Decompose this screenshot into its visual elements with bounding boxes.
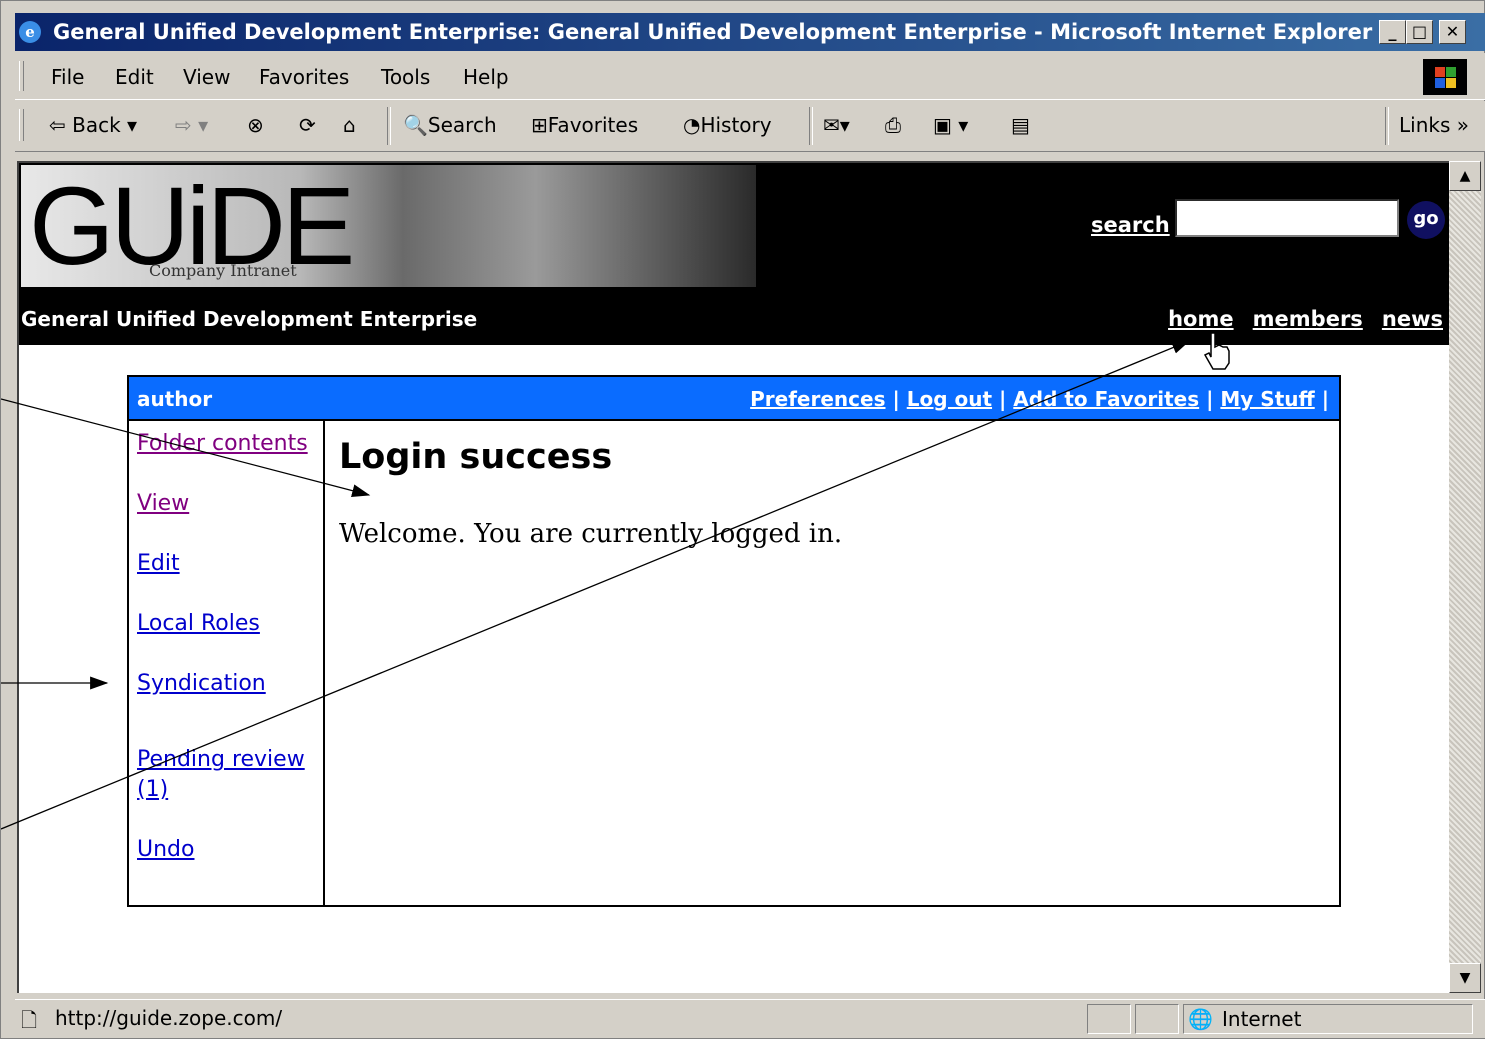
top-nav: home members news: [1154, 307, 1443, 331]
page-icon: 🗋: [21, 1008, 38, 1032]
favorites-icon: ⊞: [531, 113, 548, 137]
home-button[interactable]: ⌂: [343, 113, 356, 137]
maximize-button[interactable]: □: [1406, 20, 1433, 44]
toolbar-separator: [387, 107, 391, 145]
menubar-grip: [19, 61, 24, 91]
separator: |: [999, 387, 1007, 411]
nav-home[interactable]: home: [1168, 307, 1234, 331]
nav-members[interactable]: members: [1253, 307, 1363, 331]
title-bar: e General Unified Development Enterprise…: [15, 13, 1485, 51]
mail-icon: ✉: [823, 113, 840, 137]
menu-bar: File Edit View Favorites Tools Help: [15, 53, 1485, 100]
ie-icon: e: [19, 21, 41, 43]
add-to-favorites-link[interactable]: Add to Favorites: [1013, 387, 1199, 411]
action-sidebar: Folder contents View Edit Local Roles Sy…: [129, 421, 325, 905]
minimize-button[interactable]: _: [1379, 20, 1406, 44]
stop-button[interactable]: ⊗: [247, 113, 264, 137]
zone-field: 🌐 Internet: [1183, 1004, 1473, 1034]
history-icon: ◔: [683, 113, 701, 137]
page-viewport: GUiDE Company Intranet search go General…: [17, 161, 1449, 993]
menu-help[interactable]: Help: [463, 65, 509, 89]
print-button[interactable]: ⎙: [885, 113, 901, 137]
menu-edit[interactable]: Edit: [115, 65, 154, 89]
content-box: author Preferences | Log out | Add to Fa…: [127, 375, 1341, 907]
forward-arrow-icon: ⇨: [175, 113, 192, 137]
sidebar-item-edit[interactable]: Edit: [137, 551, 180, 576]
refresh-button[interactable]: ⟳: [299, 113, 316, 137]
window-title: General Unified Development Enterprise: …: [53, 20, 1373, 44]
search-link[interactable]: search: [1091, 213, 1170, 237]
edit-button[interactable]: ▣ ▾: [933, 113, 968, 137]
favorites-button[interactable]: ⊞Favorites: [531, 113, 638, 137]
refresh-icon: ⟳: [299, 113, 316, 137]
go-button[interactable]: go: [1407, 201, 1445, 239]
sidebar-item-local-roles[interactable]: Local Roles: [137, 611, 260, 636]
back-arrow-icon: ⇦: [49, 113, 66, 137]
my-stuff-link[interactable]: My Stuff: [1220, 387, 1314, 411]
browser-window: e General Unified Development Enterprise…: [0, 0, 1485, 1039]
separator: |: [1206, 387, 1214, 411]
sidebar-item-view[interactable]: View: [137, 491, 189, 516]
user-links: Preferences | Log out | Add to Favorites…: [750, 387, 1329, 411]
word-icon: ▣: [933, 113, 952, 137]
mail-button[interactable]: ✉▾: [823, 113, 850, 137]
search-button[interactable]: 🔍Search: [403, 113, 497, 137]
sidebar-item-syndication[interactable]: Syndication: [137, 671, 266, 696]
scroll-up-button[interactable]: ▲: [1449, 161, 1481, 191]
status-bar: 🗋 http://guide.zope.com/ 🌐 Internet: [15, 999, 1485, 1038]
back-button[interactable]: ⇦ Back ▾: [49, 113, 137, 137]
stop-icon: ⊗: [247, 113, 264, 137]
toolbar-separator: [1385, 107, 1389, 145]
zone-label: Internet: [1222, 1007, 1302, 1031]
windows-logo-icon: [1423, 59, 1467, 95]
links-button[interactable]: Links »: [1399, 113, 1469, 137]
history-button[interactable]: ◔History: [683, 113, 772, 137]
home-icon: ⌂: [343, 113, 356, 137]
site-name: General Unified Development Enterprise: [21, 307, 478, 331]
separator: |: [1321, 387, 1329, 411]
menu-tools[interactable]: Tools: [381, 65, 430, 89]
logo-subtitle: Company Intranet: [149, 261, 297, 280]
sidebar-item-pending-review[interactable]: Pending review: [137, 747, 305, 772]
logout-link[interactable]: Log out: [907, 387, 992, 411]
banner-image: GUiDE Company Intranet: [21, 165, 756, 287]
printer-icon: ⎙: [885, 113, 901, 137]
scroll-down-button[interactable]: ▼: [1449, 963, 1481, 993]
menu-favorites[interactable]: Favorites: [259, 65, 349, 89]
status-field: [1135, 1004, 1179, 1034]
document-icon: ▤: [1011, 113, 1030, 137]
toolbar-grip: [19, 109, 24, 141]
discuss-button[interactable]: ▤: [1011, 113, 1030, 137]
menu-file[interactable]: File: [51, 65, 84, 89]
menu-view[interactable]: View: [183, 65, 230, 89]
status-field: [1087, 1004, 1131, 1034]
vertical-scrollbar[interactable]: ▲ ▼: [1449, 161, 1481, 993]
sidebar-item-folder-contents[interactable]: Folder contents: [137, 431, 308, 456]
username: author: [137, 387, 213, 411]
globe-icon: 🌐: [1188, 1007, 1213, 1031]
preferences-link[interactable]: Preferences: [750, 387, 885, 411]
magnifier-icon: 🔍: [403, 113, 428, 137]
pending-review-count[interactable]: (1): [137, 777, 168, 802]
separator: |: [892, 387, 900, 411]
site-header: GUiDE Company Intranet search go General…: [19, 163, 1449, 345]
status-url: http://guide.zope.com/: [55, 1006, 283, 1030]
close-button[interactable]: ✕: [1439, 20, 1466, 44]
search-input[interactable]: [1175, 199, 1399, 237]
forward-button[interactable]: ⇨ ▾: [175, 113, 208, 137]
user-bar: author Preferences | Log out | Add to Fa…: [129, 377, 1339, 421]
nav-news[interactable]: news: [1382, 307, 1443, 331]
toolbar-separator: [809, 107, 813, 145]
toolbar: ⇦ Back ▾ ⇨ ▾ ⊗ ⟳ ⌂ 🔍Search ⊞Favorites ◔H…: [15, 101, 1485, 152]
page-title: Login success: [339, 437, 613, 477]
sidebar-item-undo[interactable]: Undo: [137, 837, 194, 862]
welcome-message: Welcome. You are currently logged in.: [339, 519, 843, 549]
